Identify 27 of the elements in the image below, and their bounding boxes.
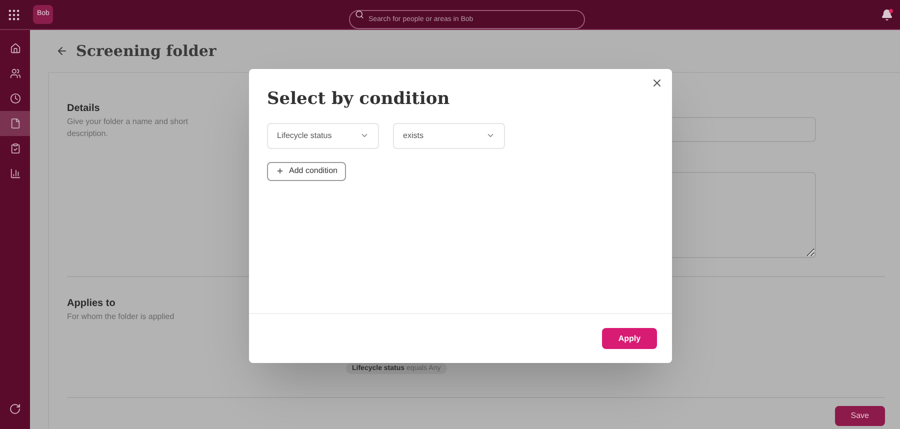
- notification-bell-icon[interactable]: [881, 8, 893, 20]
- clipboard-icon: [10, 143, 20, 154]
- back-arrow-icon[interactable]: [56, 45, 68, 57]
- add-condition-button[interactable]: Add condition: [267, 162, 346, 180]
- clock-icon: [10, 93, 20, 104]
- people-icon: [10, 68, 20, 79]
- section-description: For whom the folder is applied: [67, 311, 176, 323]
- chevron-down-icon: [486, 131, 495, 140]
- bar-chart-icon: [10, 168, 20, 179]
- section-heading: Details: [67, 102, 101, 116]
- sidebar-item[interactable]: [0, 111, 30, 136]
- refresh-icon[interactable]: [9, 403, 21, 415]
- save-button[interactable]: Save: [834, 406, 885, 426]
- chevron-down-icon: [360, 131, 369, 140]
- home-icon: [10, 43, 20, 54]
- apply-button[interactable]: Apply: [602, 328, 657, 349]
- page-title: Screening folder: [76, 40, 216, 62]
- apps-grid-icon[interactable]: [7, 8, 21, 22]
- close-icon[interactable]: [651, 77, 663, 89]
- section-heading: Applies to: [67, 297, 116, 311]
- dialog-title: Select by condition: [267, 88, 451, 111]
- field-dropdown[interactable]: Lifecycle status: [267, 122, 379, 148]
- search-icon: [355, 10, 364, 19]
- plus-icon: [276, 167, 284, 175]
- document-icon: [10, 118, 20, 129]
- section-description: Give your folder a name and short description.: [67, 116, 189, 140]
- operator-dropdown[interactable]: exists: [393, 122, 505, 148]
